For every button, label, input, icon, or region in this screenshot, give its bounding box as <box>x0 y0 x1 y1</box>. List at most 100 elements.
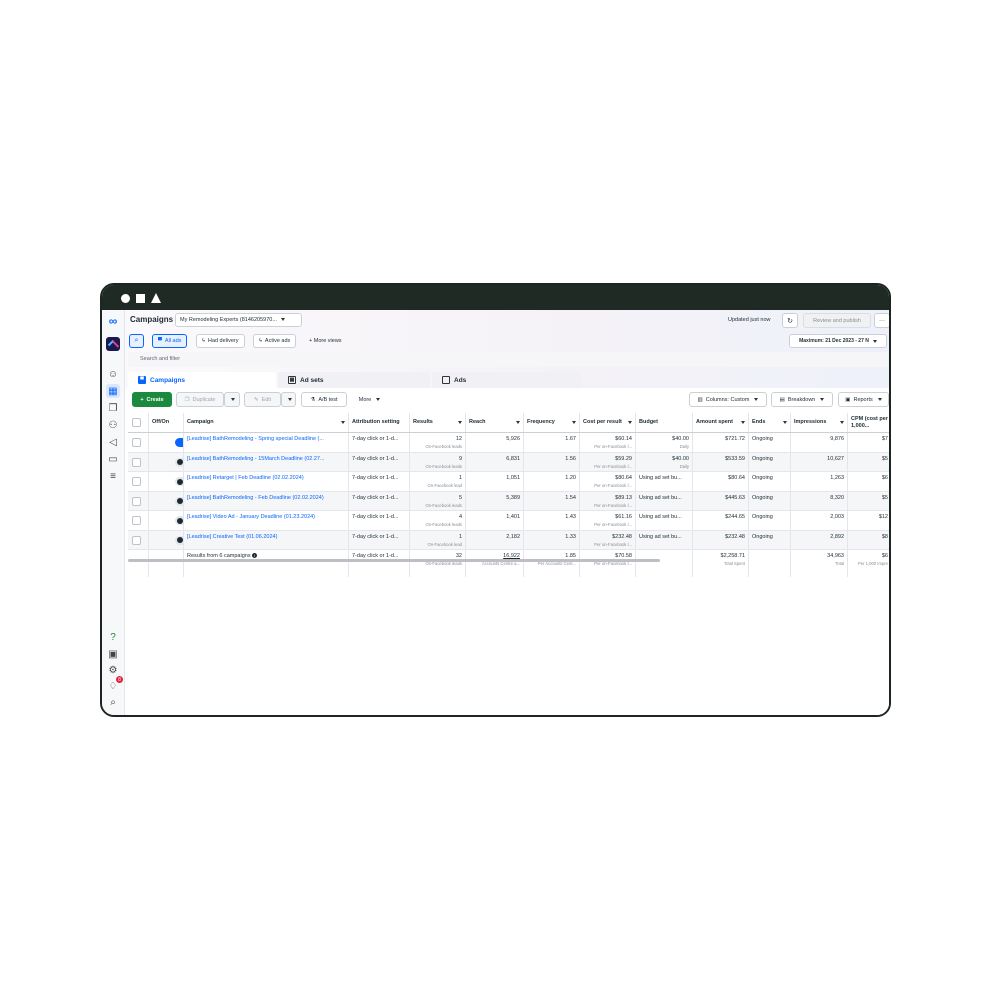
table-row[interactable]: [Leadrise] BathRemodeling - 15March Dead… <box>128 452 889 472</box>
view-active-ads[interactable]: ϟ Active ads <box>253 334 297 348</box>
meta-logo-icon[interactable]: ∞ <box>106 314 120 328</box>
campaign-name-link[interactable]: [Leadrise] BathRemodeling - Feb Deadline… <box>187 495 324 501</box>
menu-icon[interactable]: ≡ <box>106 469 120 483</box>
reach-value: 1,051 <box>506 475 520 481</box>
col-impressions[interactable]: Impressions <box>791 413 848 432</box>
smiley-icon[interactable]: ☺ <box>106 367 120 381</box>
campaign-name-link[interactable]: [Leadrise] Retarget | Feb Deadline (02.0… <box>187 475 304 481</box>
attribution-value: 7-day click or 1-d... <box>352 475 399 481</box>
more-actions-button[interactable]: More <box>352 392 387 407</box>
info-icon[interactable]: i <box>252 553 258 559</box>
summary-row: Results from 6 campaigns i 7-day click o… <box>128 550 889 577</box>
table-row[interactable]: [Leadrise] Video Ad - January Deadline (… <box>128 511 889 531</box>
chevron-down-icon <box>820 398 825 401</box>
campaign-toggle[interactable] <box>175 457 183 467</box>
help-icon[interactable]: ? <box>106 630 120 644</box>
view-had-delivery[interactable]: ϟ Had delivery <box>196 334 245 348</box>
refresh-button[interactable]: ↻ <box>782 313 798 328</box>
ab-test-button[interactable]: ⚗ A/B test <box>301 392 347 407</box>
events-icon[interactable]: ▣ <box>106 647 120 661</box>
search-toggle-button[interactable]: ⌕ <box>129 334 144 348</box>
campaign-name-link[interactable]: [Leadrise] BathRemodeling - 15March Dead… <box>187 456 325 462</box>
cell-subtext: Per on-Facebook l... <box>594 483 632 488</box>
tab-campaigns[interactable]: ▀ Campaigns <box>128 372 276 388</box>
summary-impressions: 34,963 Total <box>791 550 848 577</box>
campaign-toggle[interactable] <box>175 516 183 525</box>
impressions-value: 2,003 <box>830 514 844 520</box>
search-filter-bar[interactable]: Search and filter <box>128 352 888 367</box>
row-impressions-cell: 10,627 <box>791 452 848 471</box>
row-checkbox[interactable] <box>132 516 141 525</box>
ads-megaphone-icon[interactable]: ◁ <box>106 435 120 449</box>
more-views-button[interactable]: + More views <box>309 338 342 344</box>
row-ends-cell: Ongoing <box>749 452 791 471</box>
tab-ads[interactable]: Ads <box>432 372 582 388</box>
campaign-toggle[interactable] <box>175 535 183 545</box>
table-toolbar: + Create ❐ Duplicate ✎ Edit ⚗ A/B test More … <box>125 392 889 409</box>
row-checkbox[interactable] <box>132 477 141 486</box>
row-checkbox[interactable] <box>132 457 141 467</box>
campaign-toggle[interactable] <box>175 477 183 486</box>
col-cpm[interactable]: CPM (cost per 1,000... <box>848 413 889 432</box>
audiences-icon[interactable]: ⚇ <box>106 418 120 432</box>
results-value: 1 <box>458 475 462 481</box>
table-row[interactable]: [Leadrise] Creative Test (01.06.2024) 7-d… <box>128 530 889 550</box>
campaign-toggle[interactable] <box>175 496 183 506</box>
edit-button[interactable]: ✎ Edit <box>244 392 281 407</box>
col-ends-label: Ends <box>752 419 766 426</box>
summary-impressions-sub: Total <box>835 561 844 566</box>
col-ends[interactable]: Ends <box>749 413 791 432</box>
campaigns-grid-icon[interactable]: ▦ <box>106 384 120 398</box>
account-selector[interactable]: My Remodeling Experts (8146205970... <box>175 313 302 327</box>
row-attribution-cell: 7-day click or 1-d... <box>349 433 410 452</box>
notifications-bell-icon[interactable]: ♢ 8 <box>106 676 123 693</box>
table-row[interactable]: [Leadrise] BathRemodeling - Feb Deadline… <box>128 491 889 511</box>
review-publish-button[interactable]: Review and publish <box>803 313 871 328</box>
ab-test-label: A/B test <box>318 396 338 403</box>
row-checkbox[interactable] <box>132 496 141 506</box>
summary-cpm: $6 Per 1,000 Impre <box>848 550 889 577</box>
columns-button[interactable]: ▥ Columns: Custom <box>689 392 767 407</box>
table-row[interactable]: [Leadrise] BathRemodeling - Spring speci… <box>128 433 889 453</box>
row-campaign-cell: [Leadrise] BathRemodeling - 15March Dead… <box>184 452 349 471</box>
campaign-name-link[interactable]: [Leadrise] BathRemodeling - Spring speci… <box>187 436 324 442</box>
select-all-checkbox[interactable] <box>132 418 141 427</box>
reports-button[interactable]: ▣ Reports <box>838 392 889 407</box>
col-attribution[interactable]: Attribution setting <box>349 413 410 432</box>
row-checkbox[interactable] <box>132 535 141 545</box>
chevron-down-icon <box>280 318 285 322</box>
col-offon[interactable]: Off/On <box>149 413 184 432</box>
account-avatar-icon[interactable] <box>106 337 120 351</box>
col-results[interactable]: Results <box>410 413 466 432</box>
cost-value: $89.13 <box>615 494 632 501</box>
duplicate-button[interactable]: ❐ Duplicate <box>176 392 224 407</box>
edit-dropdown[interactable] <box>281 392 296 407</box>
chevron-down-icon <box>877 398 882 401</box>
campaign-name-link[interactable]: [Leadrise] Video Ad - January Deadline (… <box>187 514 315 520</box>
date-range-picker[interactable]: Maximum: 21 Dec 2023 - 27 N <box>789 334 887 348</box>
view-all-ads[interactable]: ▀ All ads <box>152 334 188 348</box>
duplicate-dropdown[interactable] <box>224 392 240 407</box>
row-cpm-cell: $5 <box>848 453 889 472</box>
horizontal-scrollbar[interactable] <box>128 559 660 562</box>
campaign-name-link[interactable]: [Leadrise] Creative Test (01.06.2024) <box>187 534 277 540</box>
col-frequency[interactable]: Frequency <box>524 413 580 432</box>
col-amount-spent[interactable]: Amount spent <box>693 413 749 432</box>
col-cost-per-result[interactable]: Cost per result <box>580 413 636 432</box>
pages-icon[interactable]: ❐ <box>106 401 120 415</box>
billing-card-icon[interactable]: ▭ <box>106 452 120 466</box>
more-options-button[interactable]: ··· <box>874 313 889 328</box>
col-budget[interactable]: Budget <box>636 413 693 432</box>
col-reach[interactable]: Reach <box>466 413 524 432</box>
row-checkbox[interactable] <box>132 438 141 447</box>
table-row[interactable]: [Leadrise] Retarget | Feb Deadline (02.0… <box>128 472 889 492</box>
attribution-value: 7-day click or 1-d... <box>352 455 399 462</box>
summary-spent-sub: Total Spent <box>724 561 745 566</box>
breakdown-button[interactable]: ▤ Breakdown <box>771 392 833 407</box>
tab-ad-sets[interactable]: ▦ Ad sets <box>278 372 430 388</box>
col-campaign[interactable]: Campaign <box>184 413 349 432</box>
settings-gear-icon[interactable]: ⚙ <box>106 663 120 677</box>
search-icon[interactable]: ⌕ <box>106 695 120 709</box>
create-button[interactable]: + Create <box>132 392 172 407</box>
campaign-toggle[interactable] <box>175 438 183 447</box>
